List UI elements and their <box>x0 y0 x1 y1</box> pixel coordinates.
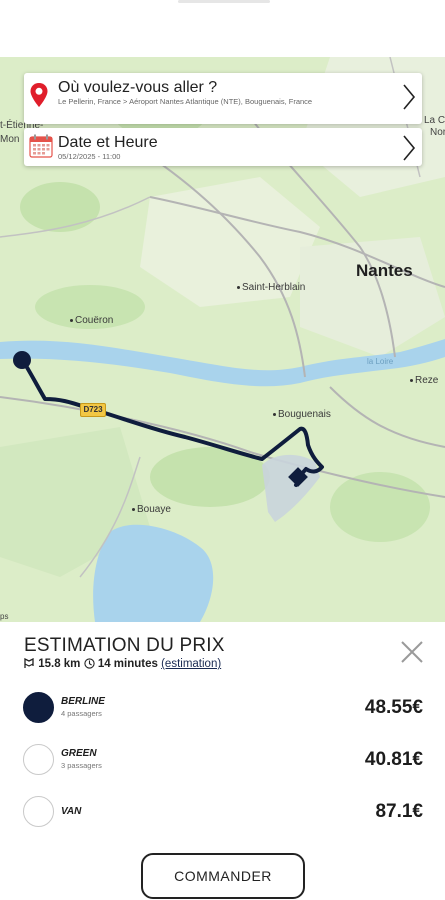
map-label-la-cha: La Cha <box>424 115 445 126</box>
option-passengers: 3 passagers <box>61 761 102 770</box>
map-label-nort: Nort <box>430 127 445 138</box>
map-label-nantes: Nantes <box>356 261 413 280</box>
destination-card[interactable]: Où voulez-vous aller ? Le Pellerin, Fran… <box>24 73 422 124</box>
datetime-card[interactable]: Date et Heure 05/12/2025 - 11:00 <box>24 128 422 166</box>
trip-info: 15.8 km 14 minutes (estimation) <box>24 657 221 670</box>
option-price: 48.55€ <box>364 697 423 718</box>
close-icon <box>401 641 423 663</box>
map-label-mon: Mon <box>0 134 20 145</box>
panel-title: ESTIMATION DU PRIX <box>24 635 225 656</box>
map-pin-icon <box>29 82 49 113</box>
option-name: GREEN <box>61 748 97 759</box>
close-button[interactable] <box>400 640 424 664</box>
option-name: VAN <box>61 806 82 817</box>
destination-title: Où voulez-vous aller ? <box>58 79 218 96</box>
town-dot <box>70 318 73 322</box>
map-label-bottom-left: ps <box>0 612 9 621</box>
option-price: 40.81€ <box>364 749 423 770</box>
calendar-icon <box>29 134 53 163</box>
destination-route: Le Pellerin, France > Aéroport Nantes At… <box>58 97 313 106</box>
order-button[interactable]: COMMANDER <box>141 853 305 899</box>
option-van[interactable]: VAN 87.1€ <box>23 794 423 830</box>
map-label-loire: la Loire <box>367 357 394 366</box>
town-dot <box>237 285 240 289</box>
option-green[interactable]: GREEN 3 passagers 40.81€ <box>23 742 423 778</box>
chevron-right-icon <box>402 134 416 167</box>
trip-duration: 14 minutes <box>97 658 158 670</box>
clock-icon <box>83 658 95 669</box>
road-badge: D723 <box>80 403 106 417</box>
estimation-link[interactable]: (estimation) <box>161 658 221 670</box>
option-passengers: 4 passagers <box>61 709 102 718</box>
radio-berline[interactable] <box>23 692 54 723</box>
option-berline[interactable]: BERLINE 4 passagers 48.55€ <box>23 690 423 726</box>
top-handle <box>178 0 270 3</box>
option-price: 87.1€ <box>375 801 423 822</box>
price-estimation-panel: ESTIMATION DU PRIX 15.8 km 14 minutes (e… <box>0 622 445 900</box>
map-label-bouguenais: Bouguenais <box>273 409 331 420</box>
map-label-saint-herblain: Saint-Herblain <box>237 282 305 293</box>
route-icon <box>24 657 34 668</box>
town-dot <box>132 507 135 511</box>
town-dot <box>273 412 276 416</box>
datetime-title: Date et Heure <box>58 134 158 151</box>
chevron-right-icon <box>402 83 416 116</box>
town-dot <box>410 378 413 382</box>
map-label-bouaye: Bouaye <box>132 504 171 515</box>
map-label-coueron: Couëron <box>70 315 113 326</box>
radio-green[interactable] <box>23 744 54 775</box>
radio-van[interactable] <box>23 796 54 827</box>
option-name: BERLINE <box>61 696 105 707</box>
map-label-reze: Reze <box>410 375 438 386</box>
trip-distance: 15.8 km <box>38 658 81 670</box>
datetime-value: 05/12/2025 - 11:00 <box>58 152 121 161</box>
